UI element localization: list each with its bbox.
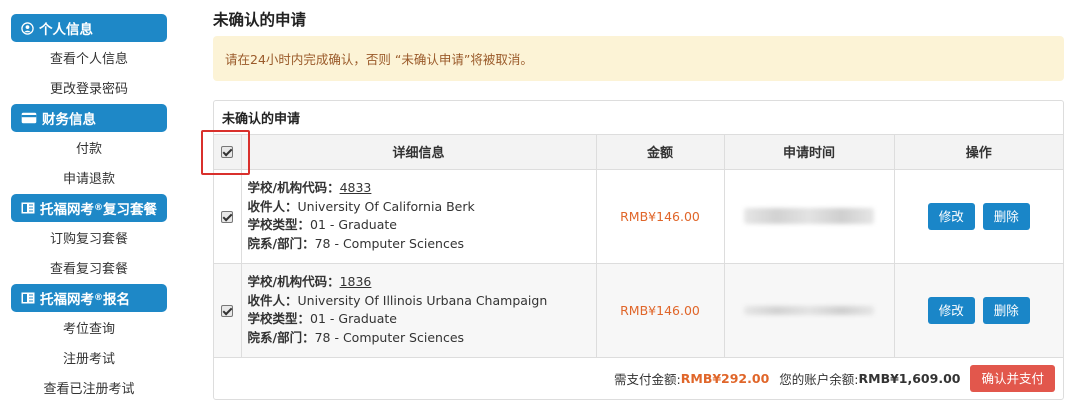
redacted-time <box>744 208 874 224</box>
nav-view-registered-tests[interactable]: 查看已注册考试 <box>11 372 167 402</box>
nav-view-review-package[interactable]: 查看复习套餐 <box>11 252 167 282</box>
nav-seat-search[interactable]: 考位查询 <box>11 312 167 342</box>
nav-payment[interactable]: 付款 <box>11 132 167 162</box>
row-select-cell <box>214 169 242 264</box>
apply-time-cell <box>724 263 895 358</box>
section-title-suffix: 复习套餐 <box>103 202 157 218</box>
book-icon <box>21 292 35 304</box>
section-title: 财务信息 <box>42 112 96 128</box>
institution-code-link[interactable]: 1836 <box>340 274 372 289</box>
warning-alert: 请在24小时内完成确认，否则 “未确认申请”将被取消。 <box>213 36 1064 81</box>
column-header-amount: 金额 <box>596 135 725 170</box>
section-title-prefix: 托福网考 <box>40 202 94 218</box>
nav-register-test[interactable]: 注册考试 <box>11 342 167 372</box>
book-icon <box>21 202 35 214</box>
applications-table: 详细信息 金额 申请时间 操作 学校/机构代码：4833 收件人：Univers… <box>214 135 1063 358</box>
recipient-label: 收件人： <box>247 198 298 214</box>
delete-button[interactable]: 删除 <box>982 296 1030 324</box>
recipient-value: University Of California Berk <box>297 198 475 214</box>
details-cell: 学校/机构代码：1836 收件人：University Of Illinois … <box>241 263 597 358</box>
page: 个人信息 查看个人信息 更改登录密码 财务信息 付款 申请退款 托福网考 ® 复习套… <box>0 0 1080 416</box>
credit-card-icon <box>21 112 37 124</box>
payment-footer: 需支付金额: RMB¥292.00 您的账户余额: RMB¥1,609.00 确… <box>214 358 1063 400</box>
account-balance-label: 您的账户余额: <box>779 372 859 387</box>
page-title: 未确认的申请 <box>213 11 307 29</box>
nav-change-password[interactable]: 更改登录密码 <box>11 72 167 102</box>
department-label: 院系/部门： <box>247 235 315 251</box>
section-header-registration[interactable]: 托福网考 ® 报名 <box>11 284 167 312</box>
section-header-review-package[interactable]: 托福网考 ® 复习套餐 <box>11 194 167 222</box>
nav-refund[interactable]: 申请退款 <box>11 162 167 192</box>
confirm-and-pay-button[interactable]: 确认并支付 <box>970 365 1055 392</box>
section-title: 个人信息 <box>39 22 93 38</box>
sidebar: 个人信息 查看个人信息 更改登录密码 财务信息 付款 申请退款 托福网考 ® 复习套… <box>11 14 167 402</box>
school-type-label: 学校类型： <box>247 217 311 232</box>
nav-view-personal-info[interactable]: 查看个人信息 <box>11 42 167 72</box>
amount-due-label: 需支付金额: <box>614 372 681 387</box>
delete-button[interactable]: 删除 <box>982 202 1030 230</box>
row-checkbox[interactable] <box>221 305 234 317</box>
department-value: 78 - Computer Sciences <box>314 329 465 345</box>
column-header-details: 详细信息 <box>241 135 597 170</box>
row-select-cell <box>214 263 242 358</box>
account-balance-value: RMB¥1,609.00 <box>858 371 961 386</box>
institution-code-link[interactable]: 4833 <box>340 180 372 195</box>
edit-button[interactable]: 修改 <box>927 296 975 324</box>
column-header-apply-time: 申请时间 <box>724 135 895 170</box>
school-type-label: 学校类型： <box>247 311 311 326</box>
actions-cell: 修改 删除 <box>894 169 1063 264</box>
department-label: 院系/部门： <box>247 329 315 345</box>
table-header-row: 详细信息 金额 申请时间 操作 <box>214 135 1063 170</box>
redacted-time <box>744 305 874 315</box>
recipient-label: 收件人： <box>247 292 298 308</box>
amount-cell: RMB¥146.00 <box>596 169 725 264</box>
alert-text: 请在24小时内完成确认，否则 “未确认申请”将被取消。 <box>225 52 533 67</box>
table-row: 学校/机构代码：4833 收件人：University Of Californi… <box>214 169 1063 264</box>
amount-due-value: RMB¥292.00 <box>680 371 770 386</box>
panel-heading: 未确认的申请 <box>214 101 1063 135</box>
nav-order-review-package[interactable]: 订购复习套餐 <box>11 222 167 252</box>
code-label: 学校/机构代码： <box>247 274 340 289</box>
section-title-suffix: 报名 <box>103 292 130 308</box>
school-type-value: 01 - Graduate <box>310 311 397 326</box>
code-label: 学校/机构代码： <box>247 180 340 195</box>
amount-cell: RMB¥146.00 <box>596 263 725 358</box>
select-all-header <box>214 135 242 170</box>
details-cell: 学校/机构代码：4833 收件人：University Of Californi… <box>241 169 597 264</box>
column-header-actions: 操作 <box>894 135 1063 170</box>
recipient-value: University Of Illinois Urbana Champaign <box>297 292 548 308</box>
pending-applications-panel: 未确认的申请 详细信息 金额 申请时间 操作 学校/机构代码：4833 收件人：… <box>201 100 1064 400</box>
table-row: 学校/机构代码：1836 收件人：University Of Illinois … <box>214 263 1063 358</box>
section-title-prefix: 托福网考 <box>40 292 94 308</box>
select-all-checkbox[interactable] <box>221 145 234 158</box>
user-circle-icon <box>21 21 34 35</box>
edit-button[interactable]: 修改 <box>927 202 975 230</box>
row-checkbox[interactable] <box>221 211 234 223</box>
department-value: 78 - Computer Sciences <box>314 235 465 251</box>
section-header-finance[interactable]: 财务信息 <box>11 104 167 132</box>
actions-cell: 修改 删除 <box>894 263 1063 358</box>
section-header-personal-info[interactable]: 个人信息 <box>11 14 167 42</box>
school-type-value: 01 - Graduate <box>310 217 397 232</box>
apply-time-cell <box>724 169 895 264</box>
